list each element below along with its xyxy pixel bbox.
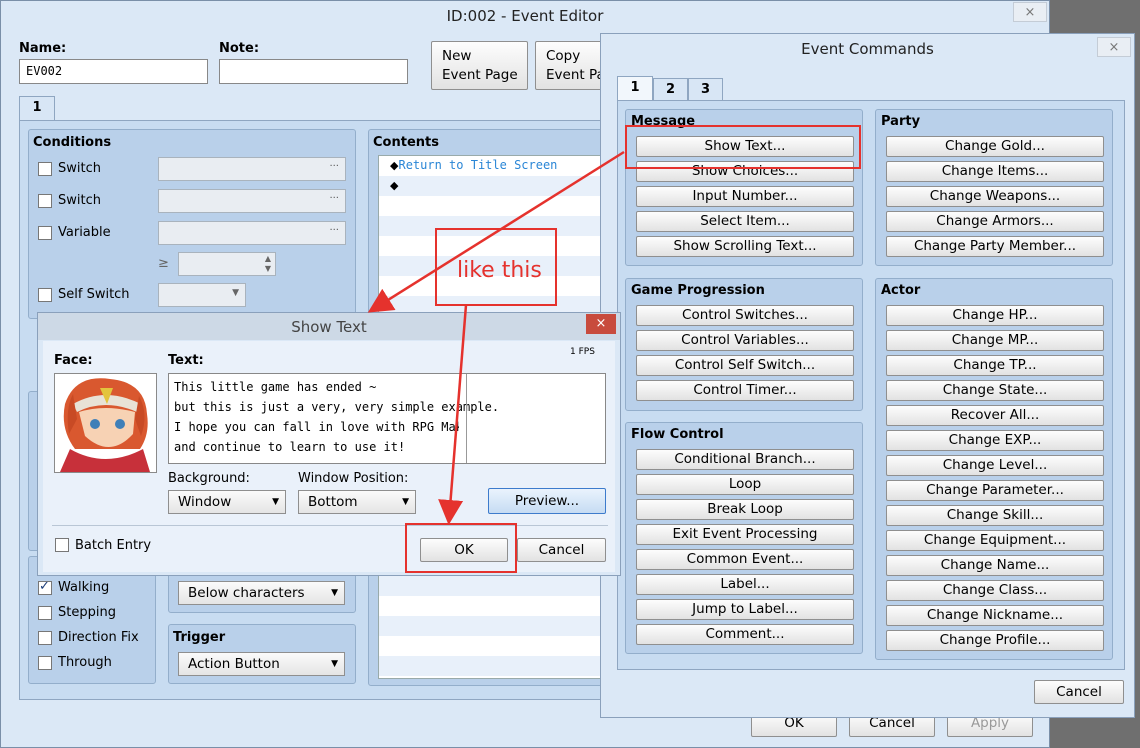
arrow-to-ok-button bbox=[438, 304, 468, 525]
annotation-arrows bbox=[367, 150, 625, 525]
arrow-to-show-text-dialog bbox=[367, 150, 625, 313]
